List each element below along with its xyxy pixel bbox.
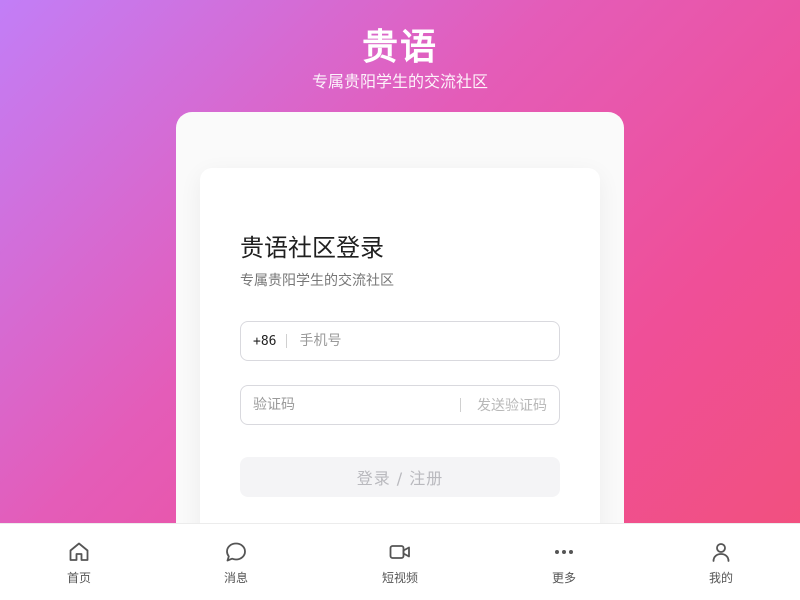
more-icon xyxy=(555,550,573,554)
login-register-button[interactable]: 登录 / 注册 xyxy=(240,457,560,497)
nav-label-short-video: 短视频 xyxy=(381,571,418,585)
bottom-navigation: 首页 消息 短视频 更多 我的 xyxy=(0,523,800,600)
app-subtitle: 专属贵阳学生的交流社区 xyxy=(311,72,488,91)
nav-item-short-video[interactable]: 短视频 xyxy=(360,540,440,586)
nav-item-more[interactable]: 更多 xyxy=(524,540,604,586)
login-title: 贵语社区登录 xyxy=(240,234,384,262)
send-code-button[interactable]: 发送验证码 xyxy=(461,395,559,415)
home-icon xyxy=(69,542,89,561)
nav-label-profile: 我的 xyxy=(708,571,733,585)
nav-label-more: 更多 xyxy=(551,571,576,585)
phone-field: +86 xyxy=(240,321,560,361)
nav-item-messages[interactable]: 消息 xyxy=(196,540,276,586)
country-code-prefix[interactable]: +86 xyxy=(241,334,286,349)
video-icon xyxy=(389,545,410,559)
app-title: 贵语 xyxy=(361,27,438,68)
user-icon xyxy=(712,543,730,562)
message-icon xyxy=(226,542,246,562)
nav-item-profile[interactable]: 我的 xyxy=(681,540,761,586)
nav-label-home: 首页 xyxy=(66,571,91,585)
nav-label-messages: 消息 xyxy=(223,571,248,585)
nav-item-home[interactable]: 首页 xyxy=(39,540,119,586)
verification-code-input[interactable] xyxy=(241,386,460,424)
login-subtitle: 专属贵阳学生的交流社区 xyxy=(240,273,394,289)
phone-input[interactable] xyxy=(287,322,559,360)
verification-code-field: 发送验证码 xyxy=(240,385,560,425)
